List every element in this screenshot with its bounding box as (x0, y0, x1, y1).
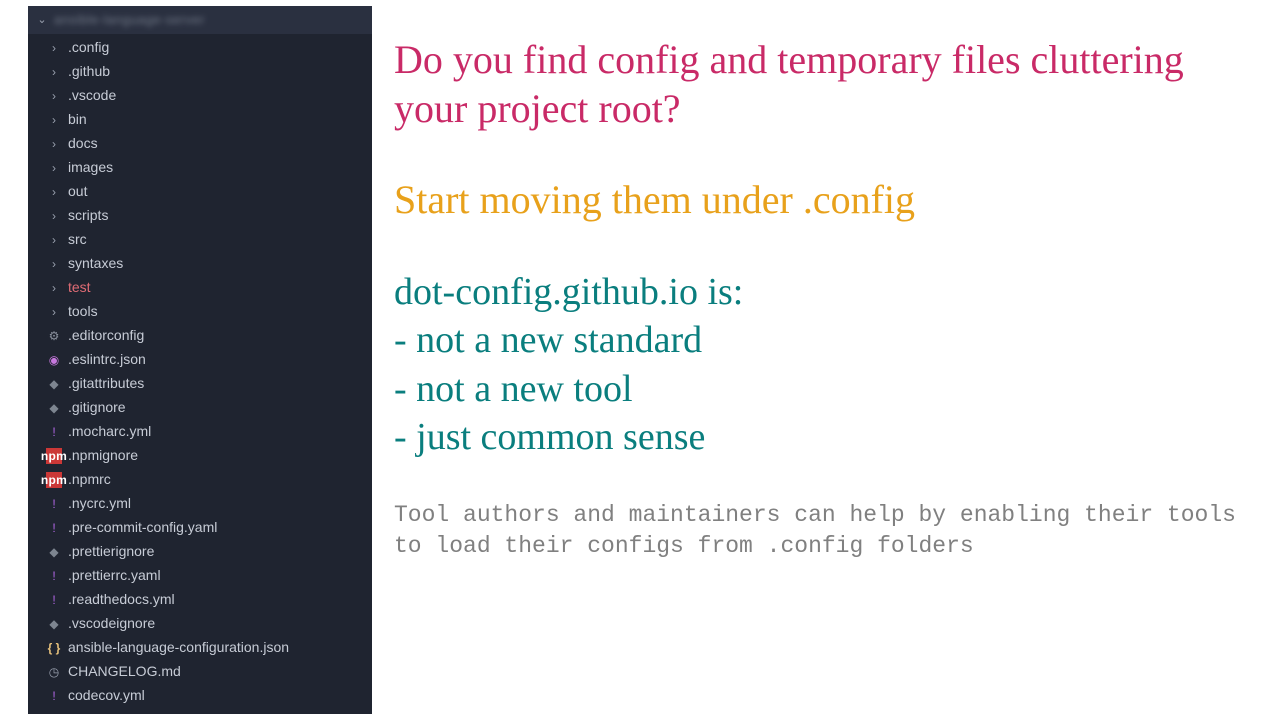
body-bullet: - not a new tool (394, 365, 1260, 414)
tree-item-label: bin (68, 109, 87, 130)
folder-row-syntaxes[interactable]: › syntaxes (28, 252, 372, 276)
diamond-icon: ◆ (46, 400, 62, 416)
tree-item-label: .editorconfig (68, 325, 144, 346)
chevron-icon: › (46, 256, 62, 272)
body-block: dot-config.github.io is: - not a new sta… (394, 268, 1260, 463)
tree-item-label: .npmignore (68, 445, 138, 466)
folder-row-out[interactable]: › out (28, 180, 372, 204)
folder-row-docs[interactable]: › docs (28, 132, 372, 156)
braces-icon: { } (46, 640, 62, 656)
file-row--vscodeignore[interactable]: ◆ .vscodeignore (28, 612, 372, 636)
tree-item-label: docs (68, 133, 98, 154)
bang-icon: ! (46, 496, 62, 512)
project-name: ansible-language-server (54, 10, 205, 30)
chevron-icon: › (46, 112, 62, 128)
tree-item-label: .pre-commit-config.yaml (68, 517, 217, 538)
tree-item-label: images (68, 157, 113, 178)
tree-item-label: .gitignore (68, 397, 126, 418)
project-header[interactable]: ⌄ ansible-language-server (28, 6, 372, 34)
tree-item-label: test (68, 277, 91, 298)
bang-icon: ! (46, 520, 62, 536)
tree-item-label: .config (68, 37, 109, 58)
folder-row--github[interactable]: › .github (28, 60, 372, 84)
chevron-icon: › (46, 184, 62, 200)
tree-item-label: .readthedocs.yml (68, 589, 175, 610)
diamond-icon: ◆ (46, 376, 62, 392)
subhead-text: Start moving them under .config (394, 176, 1260, 224)
tree-item-label: CHANGELOG.md (68, 661, 181, 682)
bang-icon: ! (46, 568, 62, 584)
chevron-icon: › (46, 40, 62, 56)
folder-row--vscode[interactable]: › .vscode (28, 84, 372, 108)
folder-row-test[interactable]: › test (28, 276, 372, 300)
tree-item-label: tools (68, 301, 98, 322)
file-explorer: ⌄ ansible-language-server › .config › .gith… (28, 6, 372, 714)
gear-icon: ⚙ (46, 328, 62, 344)
file-row--nycrc-yml[interactable]: ! .nycrc.yml (28, 492, 372, 516)
file-row--npmignore[interactable]: npm .npmignore (28, 444, 372, 468)
chevron-down-icon: ⌄ (36, 12, 48, 29)
headline-text: Do you find config and temporary files c… (394, 36, 1260, 134)
tree-item-label: src (68, 229, 87, 250)
folder-row--config[interactable]: › .config (28, 36, 372, 60)
tree-item-label: .eslintrc.json (68, 349, 146, 370)
file-row--readthedocs-yml[interactable]: ! .readthedocs.yml (28, 588, 372, 612)
file-row--gitignore[interactable]: ◆ .gitignore (28, 396, 372, 420)
footer-note: Tool authors and maintainers can help by… (394, 500, 1260, 562)
file-row--editorconfig[interactable]: ⚙ .editorconfig (28, 324, 372, 348)
bang-icon: ! (46, 424, 62, 440)
folder-row-scripts[interactable]: › scripts (28, 204, 372, 228)
tree-item-label: .vscodeignore (68, 613, 155, 634)
tree-item-label: .mocharc.yml (68, 421, 151, 442)
folder-row-bin[interactable]: › bin (28, 108, 372, 132)
npm-icon: npm (46, 448, 62, 464)
tree-item-label: .gitattributes (68, 373, 144, 394)
file-tree: › .config › .github › .vscode › bin › docs › images… (28, 34, 372, 708)
bang-icon: ! (46, 688, 62, 704)
tree-item-label: .npmrc (68, 469, 111, 490)
chevron-icon: › (46, 304, 62, 320)
tree-item-label: .prettierignore (68, 541, 154, 562)
folder-row-src[interactable]: › src (28, 228, 372, 252)
file-row--prettierrc-yaml[interactable]: ! .prettierrc.yaml (28, 564, 372, 588)
file-row--pre-commit-config-yaml[interactable]: ! .pre-commit-config.yaml (28, 516, 372, 540)
bullseye-icon: ◉ (46, 352, 62, 368)
tree-item-label: .nycrc.yml (68, 493, 131, 514)
tree-item-label: .github (68, 61, 110, 82)
chevron-icon: › (46, 232, 62, 248)
chevron-icon: › (46, 136, 62, 152)
tree-item-label: syntaxes (68, 253, 123, 274)
bang-icon: ! (46, 592, 62, 608)
file-row--gitattributes[interactable]: ◆ .gitattributes (28, 372, 372, 396)
tree-item-label: ansible-language-configuration.json (68, 637, 289, 658)
sidebar-container: ⌄ ansible-language-server › .config › .gith… (0, 0, 370, 640)
file-row--mocharc-yml[interactable]: ! .mocharc.yml (28, 420, 372, 444)
folder-row-tools[interactable]: › tools (28, 300, 372, 324)
body-bullet: - just common sense (394, 413, 1260, 462)
file-row--eslintrc-json[interactable]: ◉ .eslintrc.json (28, 348, 372, 372)
file-row-changelog-md[interactable]: ◷ CHANGELOG.md (28, 660, 372, 684)
file-row-ansible-language-configuration-json[interactable]: { } ansible-language-configuration.json (28, 636, 372, 660)
tree-item-label: codecov.yml (68, 685, 145, 706)
tree-item-label: .vscode (68, 85, 116, 106)
chevron-icon: › (46, 64, 62, 80)
chevron-icon: › (46, 280, 62, 296)
tree-item-label: out (68, 181, 87, 202)
file-row-codecov-yml[interactable]: ! codecov.yml (28, 684, 372, 708)
chevron-icon: › (46, 88, 62, 104)
body-intro: dot-config.github.io is: (394, 268, 1260, 317)
clock-icon: ◷ (46, 664, 62, 680)
diamond-icon: ◆ (46, 616, 62, 632)
chevron-icon: › (46, 208, 62, 224)
slide-content: Do you find config and temporary files c… (370, 0, 1280, 640)
npm-icon: npm (46, 472, 62, 488)
tree-item-label: scripts (68, 205, 108, 226)
chevron-icon: › (46, 160, 62, 176)
file-row--npmrc[interactable]: npm .npmrc (28, 468, 372, 492)
tree-item-label: .prettierrc.yaml (68, 565, 161, 586)
body-bullet: - not a new standard (394, 316, 1260, 365)
folder-row-images[interactable]: › images (28, 156, 372, 180)
file-row--prettierignore[interactable]: ◆ .prettierignore (28, 540, 372, 564)
diamond-icon: ◆ (46, 544, 62, 560)
